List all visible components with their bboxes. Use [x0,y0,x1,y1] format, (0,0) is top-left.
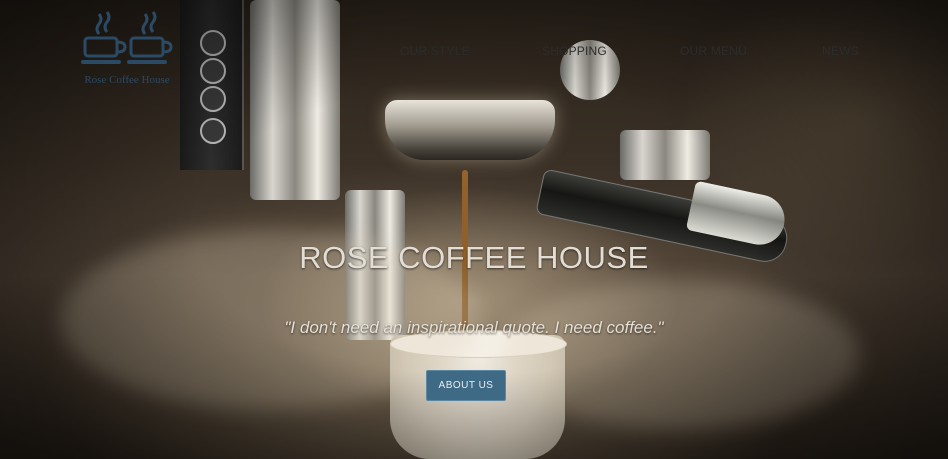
logo-text: Rose Coffee House [84,74,170,86]
machine-body [250,0,340,200]
hero-quote: "I don't need an inspirational quote. I … [284,318,664,337]
hero-section: Rose Coffee House OUR STYLE SHOPPING OUR… [0,0,948,459]
machine-dial-icon [200,86,226,112]
main-nav: OUR STYLE SHOPPING OUR MENU NEWS [0,44,948,60]
nav-item-news[interactable]: NEWS [822,44,859,58]
nav-item-our-style[interactable]: OUR STYLE [400,44,470,58]
hero-title: ROSE COFFEE HOUSE [299,240,649,275]
machine-dial-icon [200,58,226,84]
about-us-button[interactable]: ABOUT US [426,370,506,401]
portafilter [385,100,555,160]
machine-dial-icon [200,118,226,144]
machine-group-head [620,130,710,180]
nav-item-our-menu[interactable]: OUR MENU [680,44,747,58]
steam-cloud [500,280,860,430]
machine-panel [180,0,244,170]
coffee-cups-icon [81,11,173,64]
nav-item-shopping[interactable]: SHOPPING [542,44,607,58]
